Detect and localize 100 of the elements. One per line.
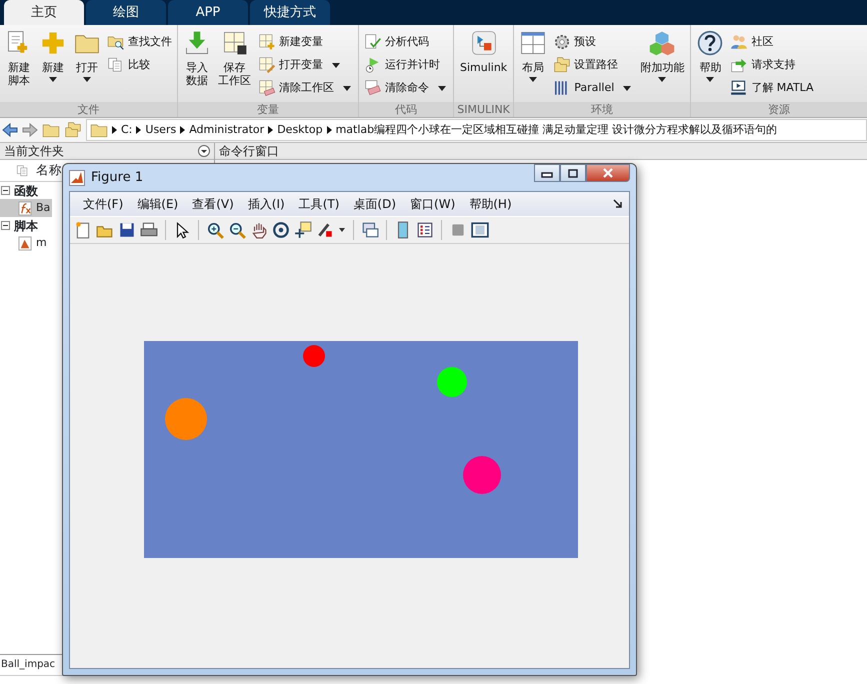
ribbon-button[interactable]: 清除工作区 — [256, 77, 355, 99]
ribbon-tab[interactable]: APP — [168, 0, 248, 25]
group-label: 资源 — [691, 102, 867, 117]
ribbon-button[interactable]: 预设 — [551, 31, 636, 53]
plus-icon — [40, 30, 66, 56]
grid-pencil-icon — [258, 56, 276, 74]
back-arrow-icon[interactable] — [2, 122, 18, 138]
ribbon-button[interactable]: 设置路径 — [551, 54, 636, 76]
expander-icon[interactable] — [1, 186, 10, 195]
download-arrow-icon — [184, 30, 210, 56]
zoom-out-icon[interactable] — [228, 221, 246, 239]
grid-disk-icon — [222, 30, 248, 56]
panel-title: 当前文件夹 — [4, 143, 64, 160]
ribbon-button[interactable]: 导入 数据 — [181, 29, 213, 102]
ribbon-button[interactable]: 社区 — [728, 31, 816, 53]
address-field[interactable]: C: Users Administrator Desktop matlab编程四个小球在一定区域相互碰撞 满足动量定理 设计微分方程求解以及循环语句的 — [86, 119, 867, 141]
data-cursor-icon[interactable] — [294, 221, 312, 239]
menu-item[interactable]: 编辑(E) — [130, 193, 186, 215]
menu-item[interactable]: 工具(T) — [292, 193, 346, 215]
path-segment[interactable]: Users — [145, 122, 176, 138]
ribbon-button[interactable]: 新建变量 — [256, 31, 355, 53]
menu-item[interactable]: 桌面(D) — [346, 193, 404, 215]
column-header[interactable]: 名称 — [36, 161, 62, 180]
ribbon-tab[interactable]: 主页 — [4, 0, 84, 25]
expander-icon[interactable] — [1, 221, 10, 230]
ribbon-button[interactable]: 清除命令 — [362, 77, 450, 99]
menu-item[interactable]: 查看(V) — [185, 193, 241, 215]
script-file-icon — [18, 236, 33, 250]
tree-item[interactable]: Ba — [0, 199, 52, 217]
people-icon — [730, 33, 748, 51]
path-segment[interactable]: C: — [121, 122, 132, 138]
ribbon-tab[interactable]: 绘图 — [86, 0, 166, 25]
ribbon-button[interactable]: 比较 — [105, 54, 174, 76]
window-title: Figure 1 — [91, 168, 144, 187]
folder-browse-icon[interactable] — [64, 121, 82, 139]
link-plot-icon[interactable] — [361, 221, 379, 239]
ribbon-button[interactable]: 打开变量 — [256, 54, 355, 76]
menu-item[interactable]: 插入(I) — [240, 193, 292, 215]
group-label: 变量 — [178, 102, 358, 117]
maximize-button[interactable] — [560, 164, 586, 182]
minimize-button[interactable] — [534, 164, 560, 182]
close-button[interactable] — [586, 164, 630, 182]
function-file-icon — [18, 200, 33, 216]
dropdown-icon[interactable] — [198, 145, 210, 157]
ribbon-button[interactable]: 新建 脚本 — [3, 29, 35, 102]
chevron-icon — [326, 126, 332, 134]
panel-title: 命令行窗口 — [219, 143, 279, 160]
ribbon-button[interactable]: Parallel — [551, 77, 636, 99]
menu-item[interactable]: 帮助(H) — [462, 193, 519, 215]
ribbon-button[interactable]: 保存 工作区 — [215, 29, 254, 102]
menu-item[interactable]: 窗口(W) — [403, 193, 462, 215]
peak-logo-icon — [69, 170, 85, 186]
close-icon — [601, 167, 615, 179]
group-label: 环境 — [514, 102, 690, 117]
ribbon-button[interactable]: 分析代码 — [362, 31, 450, 53]
forward-arrow-icon[interactable] — [22, 122, 38, 138]
ribbon-button[interactable]: 查找文件 — [105, 31, 174, 53]
ribbon-button[interactable]: Simulink — [457, 29, 510, 102]
ribbon-button[interactable]: 请求支持 — [728, 54, 816, 76]
ribbon-button[interactable]: 了解 MATLA — [728, 77, 816, 99]
help-icon — [697, 30, 724, 56]
dock-arrow-icon[interactable] — [613, 199, 623, 209]
ribbon-button[interactable]: 布局 — [517, 29, 550, 102]
cubes-icon — [649, 30, 676, 56]
pan-hand-icon[interactable] — [250, 221, 268, 239]
path-segment[interactable]: Desktop — [277, 122, 323, 138]
ribbon-button[interactable]: 运行并计时 — [362, 54, 450, 76]
folders-icon — [553, 56, 572, 74]
printer-icon[interactable] — [140, 221, 158, 239]
group-label: SIMULINK — [454, 102, 514, 117]
tree-item[interactable]: m — [0, 234, 49, 252]
chevron-icon — [180, 126, 186, 134]
path-segment[interactable]: Administrator — [189, 122, 264, 138]
chevron-icon — [112, 126, 117, 134]
ribbon-button[interactable]: 新建 — [37, 29, 69, 102]
page-icon — [16, 164, 30, 178]
chevron-icon — [268, 126, 274, 134]
tree-group-label: 脚本 — [14, 218, 38, 234]
chevron-icon — [136, 126, 142, 134]
group-label: 代码 — [359, 102, 453, 117]
grid-eraser-icon — [258, 79, 276, 97]
plot-tools-icon[interactable] — [471, 221, 489, 239]
ribbon-tab[interactable]: 快捷方式 — [250, 0, 330, 25]
path-segment[interactable]: matlab编程四个小球在一定区域相互碰撞 满足动量定理 设计微分方程求解以及循环语句的 — [336, 122, 778, 138]
eraser-icon — [364, 79, 382, 97]
monitor-icon — [730, 79, 748, 97]
block-diagram-icon — [470, 30, 497, 56]
tree-group-label: 函数 — [14, 182, 38, 200]
ribbon-button[interactable]: 帮助 — [694, 29, 726, 102]
menu-item[interactable]: 文件(F) — [76, 193, 130, 215]
ribbon-button[interactable]: 打开 — [71, 29, 103, 102]
zoom-in-icon[interactable] — [206, 221, 224, 239]
ribbon-button[interactable]: 附加功能 — [637, 29, 688, 102]
maximize-icon — [566, 167, 580, 179]
group-label: 文件 — [0, 102, 177, 117]
rotate-icon[interactable] — [272, 221, 290, 239]
brush-icon[interactable] — [316, 221, 334, 239]
grid-plus-icon — [258, 33, 276, 51]
legend-icon[interactable] — [416, 221, 434, 239]
new-file-icon[interactable] — [74, 221, 92, 239]
